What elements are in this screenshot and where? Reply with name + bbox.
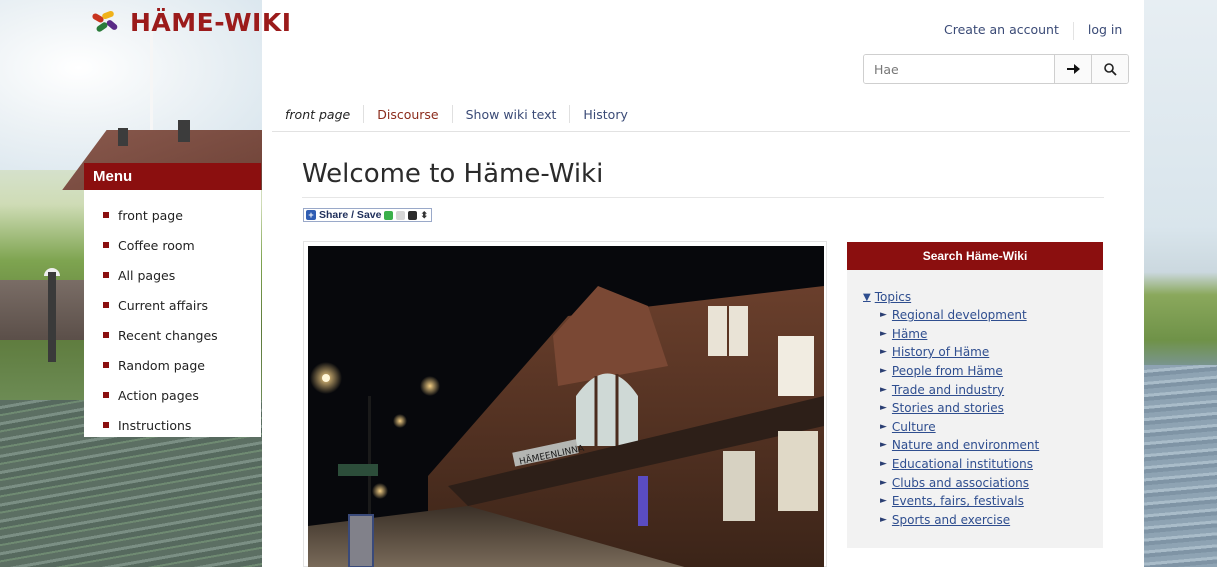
user-links: Create an account log in [930, 22, 1136, 40]
tab-show-wiki-text[interactable]: Show wiki text [453, 107, 570, 122]
tab-discourse[interactable]: Discourse [364, 107, 451, 122]
logo-icon [91, 9, 126, 34]
topics-label: Topics [874, 290, 912, 304]
station-photo: HÄMEENLINNA [308, 246, 824, 567]
topic-link[interactable]: ► Educational institutions [863, 455, 1103, 474]
chevron-down-icon: ⬍ [420, 209, 429, 220]
triangle-right-icon: ► [880, 496, 887, 507]
sidebar-menu: Menu front page Coffee room All pages Cu… [84, 163, 261, 437]
menu-item-label: Random page [118, 357, 205, 373]
bullet-icon [103, 392, 109, 398]
bullet-icon [103, 212, 109, 218]
menu-list: front page Coffee room All pages Current… [84, 190, 261, 437]
topics-tree: ▼ Topics ► Regional development ► Häme ► Hi… [847, 270, 1103, 529]
panel-title: Search Häme-Wiki [847, 242, 1103, 270]
background-right-image [1144, 0, 1217, 567]
search-bar [863, 54, 1129, 84]
triangle-right-icon: ► [880, 440, 887, 451]
topic-link[interactable]: ► History of Häme [863, 343, 1103, 362]
search-input[interactable] [864, 55, 1054, 83]
search-button[interactable] [1091, 55, 1128, 83]
menu-item-label: Current affairs [118, 297, 208, 313]
triangle-right-icon: ► [880, 459, 887, 470]
triangle-right-icon: ► [880, 514, 887, 525]
bullet-icon [103, 362, 109, 368]
topic-link[interactable]: ► Sports and exercise [863, 511, 1103, 530]
bullet-icon [103, 302, 109, 308]
topic-link[interactable]: ► Häme [863, 325, 1103, 344]
menu-item-random-page[interactable]: Random page [84, 350, 261, 380]
bullet-icon [103, 272, 109, 278]
page-title: Welcome to Häme-Wiki [302, 159, 604, 189]
topic-link[interactable]: ► People from Häme [863, 362, 1103, 381]
arrow-right-icon [1066, 63, 1080, 74]
triangle-right-icon: ► [880, 328, 887, 339]
topics-toggle[interactable]: ▼ Topics [863, 288, 1103, 306]
topic-link[interactable]: ► Stories and stories [863, 399, 1103, 418]
login-link[interactable]: log in [1074, 22, 1136, 40]
menu-item-label: Coffee room [118, 237, 195, 253]
topic-link[interactable]: ► Nature and environment [863, 436, 1103, 455]
divider [272, 131, 1130, 132]
bullet-icon [103, 242, 109, 248]
station-photo-drawing: HÄMEENLINNA [308, 246, 824, 567]
logo-text: HÄME-WIKI [130, 8, 292, 37]
triangle-right-icon: ► [880, 384, 887, 395]
site-logo[interactable]: HÄME-WIKI [91, 8, 292, 37]
triangle-right-icon: ► [880, 347, 887, 358]
menu-item-instructions[interactable]: Instructions [84, 410, 261, 440]
share-service-icon [384, 210, 394, 220]
share-label: Share / Save [319, 209, 382, 221]
bullet-icon [103, 332, 109, 338]
triangle-right-icon: ► [880, 403, 887, 414]
menu-item-current-affairs[interactable]: Current affairs [84, 290, 261, 320]
tab-front-page[interactable]: front page [285, 107, 363, 122]
menu-item-action-pages[interactable]: Action pages [84, 380, 261, 410]
triangle-right-icon: ► [880, 366, 887, 377]
triangle-right-icon: ► [880, 310, 887, 321]
plus-icon: + [306, 210, 316, 220]
triangle-right-icon: ► [880, 421, 887, 432]
menu-item-label: front page [118, 207, 183, 223]
menu-item-all-pages[interactable]: All pages [84, 260, 261, 290]
search-icon [1103, 62, 1117, 76]
divider [302, 197, 1104, 198]
topic-link[interactable]: ► Clubs and associations [863, 473, 1103, 492]
triangle-right-icon: ► [880, 477, 887, 488]
menu-item-label: Instructions [118, 417, 192, 433]
menu-item-recent-changes[interactable]: Recent changes [84, 320, 261, 350]
go-button[interactable] [1054, 55, 1091, 83]
topic-link[interactable]: ► Events, fairs, festivals [863, 492, 1103, 511]
menu-item-label: All pages [118, 267, 176, 283]
share-service-icon [408, 210, 418, 220]
bullet-icon [103, 422, 109, 428]
topic-link[interactable]: ► Regional development [863, 306, 1103, 325]
topics-panel: Search Häme-Wiki ▼ Topics ► Regional deve… [847, 242, 1103, 548]
menu-item-coffee-room[interactable]: Coffee room [84, 230, 261, 260]
menu-title: Menu [84, 163, 261, 190]
menu-item-label: Recent changes [118, 327, 218, 343]
topic-link[interactable]: ► Culture [863, 418, 1103, 437]
share-service-icon [396, 210, 406, 220]
page-tabs: front page Discourse Show wiki text Hist… [285, 103, 641, 125]
tab-history[interactable]: History [570, 107, 640, 122]
featured-image[interactable]: HÄMEENLINNA [303, 241, 827, 567]
menu-item-front-page[interactable]: front page [84, 200, 261, 230]
share-button[interactable]: + Share / Save ⬍ [303, 208, 433, 222]
triangle-down-icon: ▼ [863, 291, 871, 303]
topic-link[interactable]: ► Trade and industry [863, 380, 1103, 399]
menu-item-label: Action pages [118, 387, 199, 403]
create-account-link[interactable]: Create an account [930, 22, 1073, 40]
